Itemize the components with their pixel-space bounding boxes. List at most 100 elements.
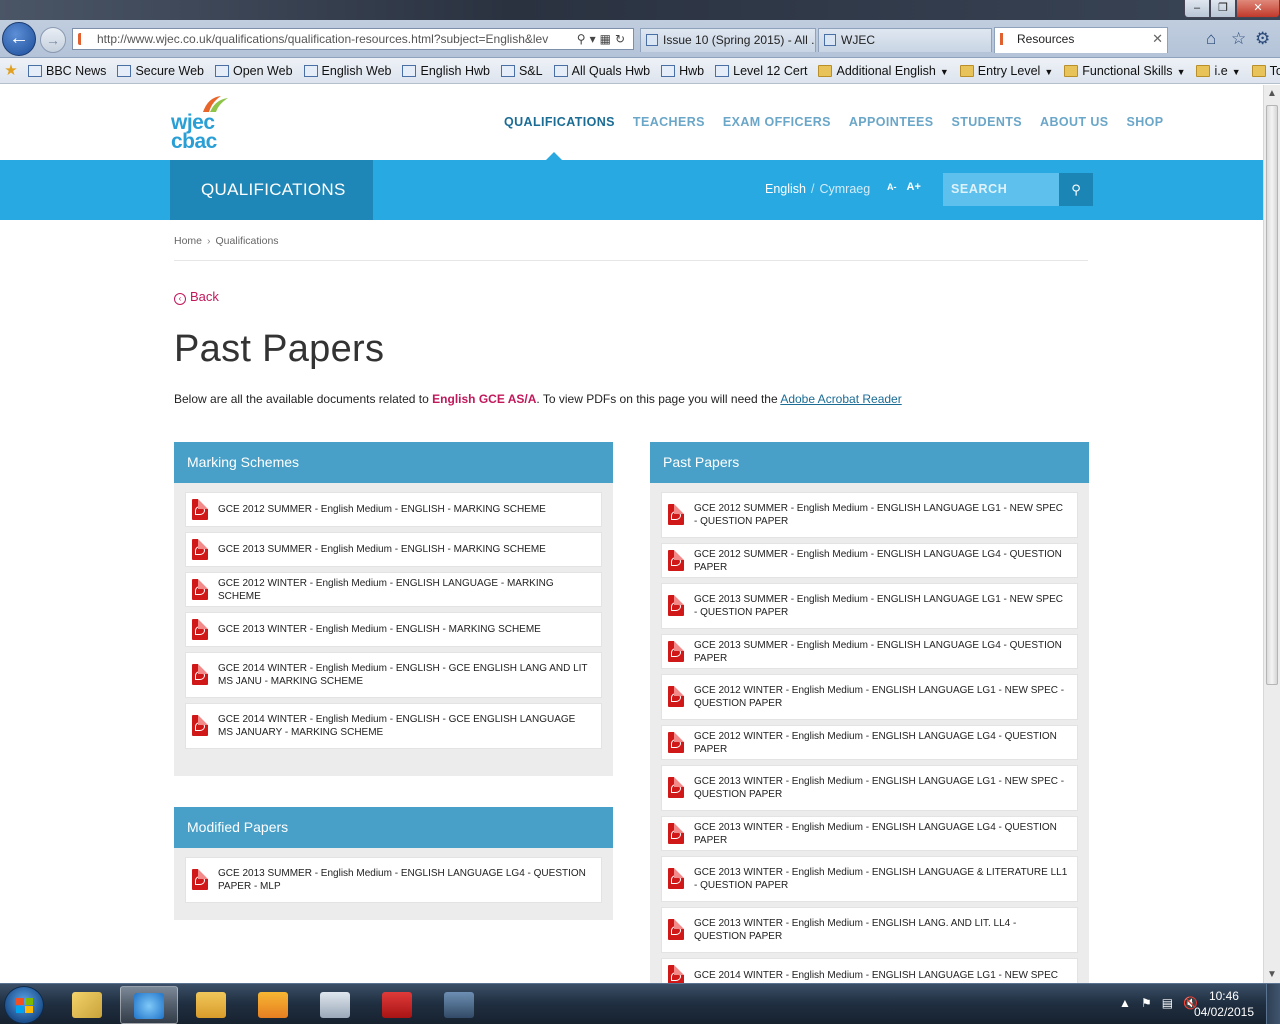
address-bar[interactable]: http://www.wjec.co.uk/qualifications/qua… bbox=[72, 28, 634, 50]
compat-view-icon[interactable]: ▦ bbox=[600, 32, 615, 46]
pdf-document-link[interactable]: GCE 2013 SUMMER - English Medium - ENGLI… bbox=[185, 857, 602, 903]
close-tab-icon[interactable]: ✕ bbox=[1152, 28, 1163, 50]
close-window-button[interactable]: ✕ bbox=[1236, 0, 1280, 18]
document-label: GCE 2013 WINTER - English Medium - ENGLI… bbox=[694, 821, 1057, 846]
favorite-folder[interactable]: i.e ▼ bbox=[1190, 59, 1245, 85]
nav-qualifications[interactable]: QUALIFICATIONS bbox=[504, 115, 615, 129]
pdf-document-link[interactable]: GCE 2013 WINTER - English Medium - ENGLI… bbox=[661, 907, 1078, 953]
maximize-button[interactable]: ❐ bbox=[1210, 0, 1236, 18]
forward-button[interactable]: → bbox=[40, 27, 66, 53]
favorite-link[interactable]: English Hwb bbox=[396, 59, 494, 85]
favorite-link[interactable]: Hwb bbox=[655, 59, 709, 85]
pdf-icon bbox=[192, 664, 208, 685]
home-icon[interactable]: ⌂ bbox=[1206, 29, 1216, 49]
search-icon[interactable]: ⚲ bbox=[577, 32, 590, 46]
pdf-document-link[interactable]: GCE 2012 WINTER - English Medium - ENGLI… bbox=[661, 674, 1078, 720]
taskbar-app-button[interactable] bbox=[182, 986, 240, 1024]
taskbar-app-button[interactable] bbox=[58, 986, 116, 1024]
favorite-link[interactable]: Open Web bbox=[209, 59, 298, 85]
nav-appointees[interactable]: APPOINTEES bbox=[849, 115, 934, 129]
intro-middle: . To view PDFs on this page you will nee… bbox=[536, 392, 781, 406]
pdf-document-link[interactable]: GCE 2013 WINTER - English Medium - ENGLI… bbox=[185, 612, 602, 647]
text-larger-button[interactable]: A+ bbox=[907, 181, 921, 193]
address-actions[interactable]: ⚲▾▦↻ bbox=[577, 29, 629, 49]
show-hidden-icons-icon[interactable]: ▲ bbox=[1119, 996, 1141, 1010]
pdf-icon bbox=[192, 618, 208, 640]
breadcrumb-current[interactable]: Qualifications bbox=[216, 235, 279, 247]
back-link[interactable]: ‹ Back bbox=[174, 289, 219, 305]
text-smaller-button[interactable]: A- bbox=[887, 182, 897, 192]
search-button[interactable]: ⚲ bbox=[1059, 173, 1093, 206]
scroll-thumb[interactable] bbox=[1266, 105, 1278, 685]
favorite-folder[interactable]: Tools▼ bbox=[1246, 59, 1280, 85]
clock[interactable]: 10:46 04/02/2015 bbox=[1194, 988, 1254, 1020]
nav-teachers[interactable]: TEACHERS bbox=[633, 115, 705, 129]
add-favorite-icon[interactable]: ★ bbox=[0, 58, 22, 83]
network-icon[interactable]: ▤ bbox=[1162, 996, 1183, 1010]
back-button[interactable]: ← bbox=[2, 22, 36, 56]
tab-resources[interactable]: Resources ✕ bbox=[994, 27, 1168, 53]
favorite-label: Additional English bbox=[836, 64, 936, 78]
taskbar-app-button[interactable] bbox=[368, 986, 426, 1024]
wjec-logo[interactable]: wjec cbac bbox=[171, 95, 233, 153]
pdf-document-link[interactable]: GCE 2012 SUMMER - English Medium - ENGLI… bbox=[661, 492, 1078, 538]
page-title: Past Papers bbox=[174, 328, 385, 370]
file-manager-icon bbox=[196, 992, 226, 1018]
pdf-swirl bbox=[671, 784, 681, 793]
dropdown-icon[interactable]: ▾ bbox=[590, 32, 600, 46]
nav-shop[interactable]: SHOP bbox=[1127, 115, 1164, 129]
search-input[interactable] bbox=[943, 173, 1059, 206]
nav-students[interactable]: STUDENTS bbox=[951, 115, 1022, 129]
pdf-document-link[interactable]: GCE 2014 WINTER - English Medium - ENGLI… bbox=[661, 958, 1078, 983]
show-desktop-button[interactable] bbox=[1266, 984, 1280, 1024]
pdf-icon bbox=[668, 504, 684, 525]
favorite-link[interactable]: Secure Web bbox=[111, 59, 209, 85]
nav-exam-officers[interactable]: EXAM OFFICERS bbox=[723, 115, 831, 129]
scroll-down-arrow-icon[interactable]: ▼ bbox=[1264, 966, 1280, 983]
tab-wjec[interactable]: WJEC bbox=[818, 28, 992, 52]
minimize-button[interactable]: – bbox=[1184, 0, 1210, 18]
pdf-document-link[interactable]: GCE 2013 WINTER - English Medium - ENGLI… bbox=[661, 856, 1078, 902]
favorite-link[interactable]: English Web bbox=[298, 59, 397, 85]
pdf-document-link[interactable]: GCE 2013 WINTER - English Medium - ENGLI… bbox=[661, 816, 1078, 851]
pdf-document-link[interactable]: GCE 2012 WINTER - English Medium - ENGLI… bbox=[185, 572, 602, 607]
vertical-scrollbar[interactable]: ▲ ▼ bbox=[1263, 85, 1280, 983]
pdf-document-link[interactable]: GCE 2012 SUMMER - English Medium - ENGLI… bbox=[661, 543, 1078, 578]
pdf-document-link[interactable]: GCE 2013 WINTER - English Medium - ENGLI… bbox=[661, 765, 1078, 811]
favorite-link[interactable]: Level 12 Cert bbox=[709, 59, 812, 85]
favorite-link[interactable]: All Quals Hwb bbox=[548, 59, 656, 85]
taskbar-app-button[interactable] bbox=[120, 986, 178, 1024]
refresh-icon[interactable]: ↻ bbox=[615, 32, 629, 46]
pdf-document-link[interactable]: GCE 2012 WINTER - English Medium - ENGLI… bbox=[661, 725, 1078, 760]
document-label: GCE 2012 SUMMER - English Medium - ENGLI… bbox=[694, 548, 1062, 573]
taskbar-app-button[interactable] bbox=[430, 986, 488, 1024]
favorite-link[interactable]: BBC News bbox=[22, 59, 111, 85]
favorite-folder[interactable]: Additional English ▼ bbox=[812, 59, 953, 85]
favorites-star-icon[interactable]: ☆ bbox=[1231, 29, 1246, 49]
document-label: GCE 2013 SUMMER - English Medium - ENGLI… bbox=[694, 639, 1062, 664]
lang-cymraeg[interactable]: Cymraeg bbox=[819, 182, 870, 196]
pdf-document-link[interactable]: GCE 2012 SUMMER - English Medium - ENGLI… bbox=[185, 492, 602, 527]
tab-issue-10[interactable]: Issue 10 (Spring 2015) - All ... bbox=[640, 28, 816, 52]
pdf-document-link[interactable]: GCE 2013 SUMMER - English Medium - ENGLI… bbox=[185, 532, 602, 567]
gear-icon[interactable]: ⚙ bbox=[1255, 29, 1270, 49]
page-icon bbox=[553, 65, 568, 77]
favorite-folder[interactable]: Functional Skills ▼ bbox=[1058, 59, 1190, 85]
pdf-document-link[interactable]: GCE 2014 WINTER - English Medium - ENGLI… bbox=[185, 652, 602, 698]
breadcrumb-home[interactable]: Home bbox=[174, 235, 202, 247]
scroll-up-arrow-icon[interactable]: ▲ bbox=[1264, 85, 1280, 102]
start-button[interactable] bbox=[4, 986, 44, 1024]
taskbar-app-button[interactable] bbox=[306, 986, 364, 1024]
taskbar-app-button[interactable] bbox=[244, 986, 302, 1024]
nav-about-us[interactable]: ABOUT US bbox=[1040, 115, 1108, 129]
pdf-document-link[interactable]: GCE 2013 SUMMER - English Medium - ENGLI… bbox=[661, 634, 1078, 669]
action-center-flag-icon[interactable]: ⚑ bbox=[1141, 996, 1162, 1010]
pdf-document-link[interactable]: GCE 2013 SUMMER - English Medium - ENGLI… bbox=[661, 583, 1078, 629]
acrobat-reader-link[interactable]: Adobe Acrobat Reader bbox=[780, 392, 901, 406]
lang-english[interactable]: English bbox=[765, 182, 806, 196]
favorite-label: Secure Web bbox=[135, 64, 204, 78]
pdf-document-link[interactable]: GCE 2014 WINTER - English Medium - ENGLI… bbox=[185, 703, 602, 749]
favorite-folder[interactable]: Entry Level ▼ bbox=[954, 59, 1058, 85]
favorite-link[interactable]: S&L bbox=[495, 59, 548, 85]
document-label: GCE 2013 SUMMER - English Medium - ENGLI… bbox=[694, 594, 1063, 618]
